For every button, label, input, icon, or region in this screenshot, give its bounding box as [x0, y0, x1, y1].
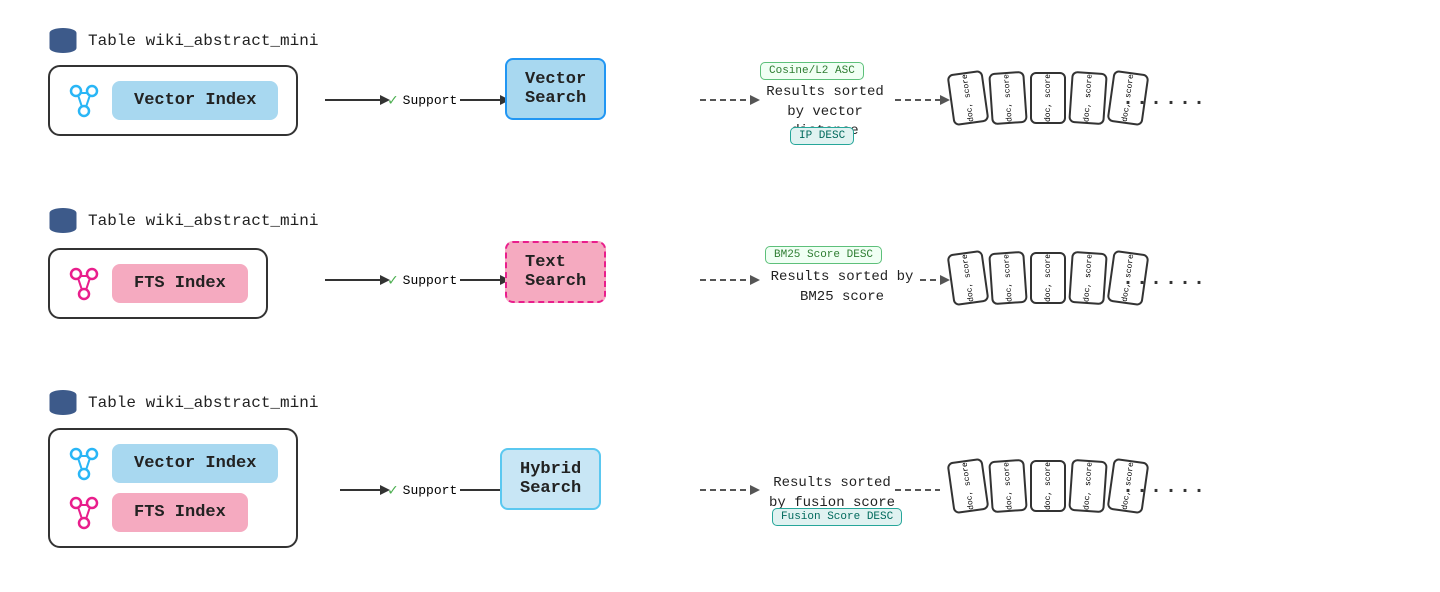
doc-card: doc, score — [1030, 72, 1066, 124]
doc-card: doc, score — [947, 250, 990, 307]
dots-row3b: ... — [1165, 476, 1207, 499]
hybrid-search-label-row3: Hybrid Search — [500, 448, 601, 510]
table-name-row2: Table wiki_abstract_mini — [88, 212, 318, 230]
db-icon-row3 — [48, 390, 78, 416]
connector-icon-fts-row3 — [68, 495, 100, 531]
support-row2: ✓ Support — [388, 270, 457, 290]
dots-row1b: ... — [1165, 88, 1207, 111]
dots-row2: ... — [1122, 268, 1164, 291]
vector-search-label-row1: Vector Search — [505, 58, 606, 120]
doc-cards-row2: doc, score doc, score doc, score doc, sc… — [950, 252, 1146, 304]
index-box-row1: Vector Index — [48, 65, 298, 136]
index-box-row3: Vector Index FTS Index — [48, 428, 298, 548]
support-row1: ✓ Support — [388, 90, 457, 110]
hybrid-search-box-row3: T Hybrid Search — [500, 463, 528, 495]
connector-icon-vector-row3 — [68, 446, 100, 482]
vector-search-box-row1: Vector Search — [505, 78, 527, 100]
diagram-area: Table wiki_abstract_mini Vector Index ✓ … — [0, 0, 1440, 592]
doc-card: doc, score — [1068, 459, 1108, 513]
support-label-row2: Support — [403, 273, 458, 288]
dots-row3: ... — [1122, 476, 1164, 499]
doc-cards-row3: doc, score doc, score doc, score doc, sc… — [950, 460, 1146, 512]
vector-index-pill-row3: Vector Index — [112, 444, 278, 483]
doc-card: doc, score — [947, 458, 990, 515]
checkmark-row3: ✓ — [388, 480, 398, 500]
support-label-row3: Support — [403, 483, 458, 498]
vector-index-pill-row1: Vector Index — [112, 81, 278, 120]
fts-index-pill-row2: FTS Index — [112, 264, 248, 303]
doc-card: doc, score — [947, 70, 990, 127]
fts-index-pill-row3: FTS Index — [112, 493, 248, 532]
doc-card: doc, score — [1030, 252, 1066, 304]
doc-card: doc, score — [1068, 251, 1108, 305]
table-label-row3: Table wiki_abstract_mini — [48, 390, 318, 416]
db-icon-row1 — [48, 28, 78, 54]
checkmark-row1: ✓ — [388, 90, 398, 110]
badge-ip-row1: IP DESC — [790, 127, 854, 145]
badge-cosine-row1: Cosine/L2 ASC — [760, 62, 864, 80]
badge-bm25-row2: BM25 Score DESC — [765, 246, 882, 264]
doc-card: doc, score — [988, 459, 1028, 513]
vector-index-row3: Vector Index — [68, 444, 278, 483]
doc-cards-row1: doc, score doc, score doc, score doc, sc… — [950, 72, 1146, 124]
connector-icon-row2 — [68, 266, 100, 302]
table-name-row1: Table wiki_abstract_mini — [88, 32, 318, 50]
index-box-row2: FTS Index — [48, 248, 268, 319]
checkmark-row2: ✓ — [388, 270, 398, 290]
support-row3: ✓ Support — [388, 480, 457, 500]
doc-card: doc, score — [1068, 71, 1108, 125]
table-label-row1: Table wiki_abstract_mini — [48, 28, 318, 54]
connector-icon-row1 — [68, 83, 100, 119]
text-search-label-row2: Text Search — [505, 241, 606, 303]
result-desc-row2: Results sorted by BM25 score — [762, 268, 922, 307]
doc-card: doc, score — [988, 71, 1028, 125]
badge-fusion-row3: Fusion Score DESC — [772, 508, 902, 526]
db-icon-row2 — [48, 208, 78, 234]
doc-card: doc, score — [1030, 460, 1066, 512]
fts-index-row3: FTS Index — [68, 493, 278, 532]
text-search-box-row2: T Text Search — [505, 258, 529, 285]
support-label-row1: Support — [403, 93, 458, 108]
table-label-row2: Table wiki_abstract_mini — [48, 208, 318, 234]
dots-row1: ... — [1122, 88, 1164, 111]
dots-row2b: ... — [1165, 268, 1207, 291]
doc-card: doc, score — [988, 251, 1028, 305]
table-name-row3: Table wiki_abstract_mini — [88, 394, 318, 412]
